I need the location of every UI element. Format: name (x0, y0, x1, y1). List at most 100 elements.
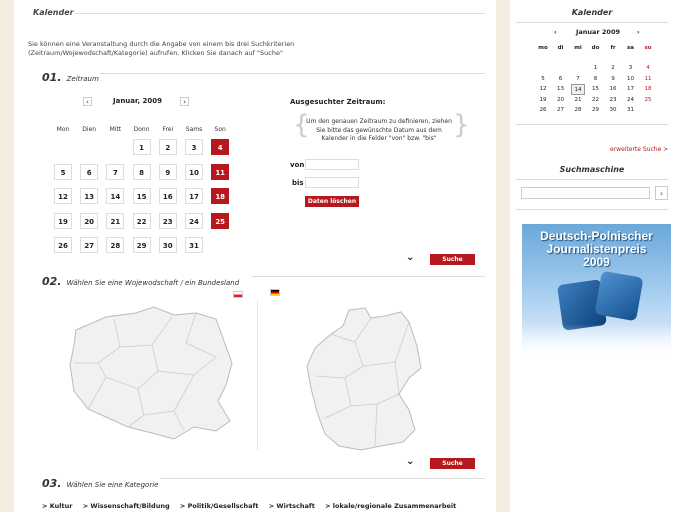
sidebar-calendar-day[interactable]: 7 (571, 74, 585, 85)
chevron-down-icon[interactable]: ⌄ (406, 456, 414, 467)
sidebar-calendar-day[interactable]: 13 (554, 84, 568, 95)
calendar-day[interactable]: 3 (185, 139, 203, 155)
calendar-day[interactable]: 28 (106, 237, 125, 253)
calendar-day[interactable]: 26 (54, 237, 72, 253)
category-link[interactable]: > Wirtschaft (269, 502, 315, 510)
calendar-day[interactable]: 14 (106, 188, 125, 204)
calendar-day[interactable]: 13 (80, 188, 99, 204)
step-1-number: 01. (42, 71, 62, 84)
sidebar-calendar-day[interactable]: 9 (606, 74, 620, 85)
calendar-day[interactable]: 21 (106, 212, 125, 229)
germany-outline (306, 307, 422, 451)
sidebar-calendar-day[interactable]: 20 (554, 95, 568, 106)
step-2-number: 02. (42, 275, 62, 288)
calendar-day[interactable]: 23 (158, 212, 177, 229)
von-field[interactable] (305, 159, 359, 170)
calendar-day[interactable]: 2 (158, 139, 177, 155)
sidebar-calendar-day[interactable]: 2 (606, 63, 620, 74)
germany-map[interactable] (305, 306, 427, 454)
sidebar-calendar-day[interactable]: 8 (589, 74, 603, 85)
sidebar-calendar-day[interactable]: 6 (554, 74, 568, 85)
calendar-day[interactable]: 17 (185, 188, 203, 204)
sidebar-calendar-day[interactable]: 17 (624, 84, 638, 95)
journalism-prize-banner[interactable]: Deutsch-Polnischer Journalistenpreis 200… (522, 224, 671, 354)
next-month-button[interactable]: › (180, 97, 189, 106)
prev-month-button[interactable]: ‹ (83, 97, 92, 106)
sidebar-calendar-day[interactable]: 4 (641, 63, 655, 74)
calendar-day[interactable]: 31 (185, 237, 203, 253)
sidebar-prev-month-icon[interactable]: ‹ (554, 28, 557, 36)
sidebar-weekday-header: so (644, 45, 652, 51)
category-link[interactable]: > lokale/regionale Zusammenarbeit (325, 502, 456, 510)
sidebar-calendar-day[interactable]: 26 (536, 105, 550, 116)
calendar-day[interactable]: 30 (158, 237, 177, 253)
search-button[interactable]: Suche (430, 458, 475, 469)
sidebar-calendar-day[interactable]: 22 (589, 95, 603, 106)
sidebar-calendar-day[interactable]: 27 (554, 105, 568, 116)
calendar-day[interactable]: 29 (132, 237, 151, 253)
calendar-day[interactable]: 27 (80, 237, 99, 253)
sidebar-calendar-day[interactable]: 25 (641, 95, 655, 106)
sidebar-weekday-header: fr (610, 45, 616, 51)
calendar-day[interactable]: 12 (54, 188, 72, 204)
calendar-day[interactable]: 4 (211, 139, 230, 155)
sidebar-calendar-day[interactable]: 23 (606, 95, 620, 106)
poland-map[interactable] (66, 305, 242, 445)
polish-flag-icon[interactable] (233, 291, 243, 298)
calendar-day[interactable]: 10 (185, 163, 203, 180)
sidebar-calendar-day[interactable]: 29 (589, 105, 603, 116)
sidebar-calendar-day[interactable]: 24 (624, 95, 638, 106)
weekday-header: Donn (133, 126, 150, 133)
calendar-day[interactable]: 16 (158, 188, 177, 204)
sidebar-calendar-day[interactable]: 5 (536, 74, 550, 85)
calendar-day[interactable]: 19 (54, 212, 72, 229)
calendar-day[interactable]: 25 (211, 212, 230, 229)
sidebar-calendar-day[interactable]: 18 (641, 84, 655, 95)
category-link[interactable]: > Politik/Gesellschaft (180, 502, 259, 510)
bis-field[interactable] (305, 177, 359, 188)
category-link[interactable]: > Kultur (42, 502, 72, 510)
sidebar-calendar-day[interactable]: 31 (624, 105, 638, 116)
german-flag-icon[interactable] (270, 289, 280, 296)
sidebar-search-input[interactable] (521, 187, 650, 199)
calendar-day[interactable]: 18 (211, 188, 230, 204)
clear-dates-button[interactable]: Daten löschen (305, 196, 359, 207)
calendar-day[interactable]: 5 (54, 163, 72, 180)
search-arrow-icon[interactable]: › (655, 186, 668, 200)
sidebar-calendar-month: Januar 2009 (576, 28, 621, 36)
divider (516, 124, 668, 125)
sidebar-calendar-day[interactable]: 14 (571, 84, 585, 95)
chevron-down-icon[interactable]: ⌄ (406, 252, 414, 263)
calendar-day[interactable]: 1 (132, 139, 151, 155)
sidebar-calendar-day[interactable]: 15 (589, 84, 603, 95)
step-1-heading: 01. Zeitraum (42, 66, 99, 85)
intro-text: Sie können eine Veranstaltung durch die … (28, 40, 295, 57)
calendar-day[interactable]: 24 (185, 212, 203, 229)
calendar-day[interactable]: 15 (132, 188, 151, 204)
calendar-day[interactable]: 9 (158, 163, 177, 180)
sidebar-calendar-day[interactable]: 1 (589, 63, 603, 74)
weekday-header: Sams (185, 126, 203, 133)
calendar-day[interactable]: 11 (211, 163, 230, 180)
divider (100, 73, 485, 74)
sidebar-calendar-day[interactable]: 11 (641, 74, 655, 85)
category-link[interactable]: > Wissenschaft/Bildung (83, 502, 170, 510)
sidebar-calendar-day[interactable]: 30 (606, 105, 620, 116)
search-button[interactable]: Suche (430, 254, 475, 265)
sidebar-calendar-day[interactable]: 10 (624, 74, 638, 85)
step-3-heading: 03. Wählen Sie eine Kategorie (42, 472, 158, 491)
calendar-day[interactable]: 6 (80, 163, 99, 180)
sidebar-calendar-day[interactable]: 12 (536, 84, 550, 95)
sidebar-calendar-day[interactable]: 16 (606, 84, 620, 95)
sidebar-next-month-icon[interactable]: › (637, 28, 640, 36)
calendar-day[interactable]: 20 (80, 212, 99, 229)
extended-search-link[interactable]: erweiterte Suche > (610, 146, 668, 153)
sidebar-calendar-day[interactable]: 28 (571, 105, 585, 116)
sidebar-calendar-day[interactable]: 3 (624, 63, 638, 74)
calendar-day[interactable]: 22 (132, 212, 151, 229)
calendar-day[interactable]: 8 (132, 163, 151, 180)
sidebar-calendar-day[interactable]: 21 (571, 95, 585, 106)
calendar-day[interactable]: 7 (106, 163, 125, 180)
map-separator (257, 300, 258, 450)
sidebar-calendar-day[interactable]: 19 (536, 95, 550, 106)
